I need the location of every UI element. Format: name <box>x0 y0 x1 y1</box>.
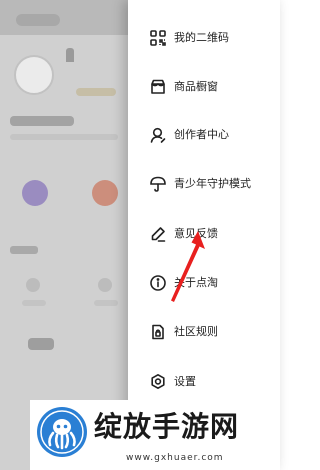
octopus-logo-icon <box>37 407 87 457</box>
background-dot <box>98 278 112 292</box>
background-dot <box>26 278 40 292</box>
menu-item-settings[interactable]: 设置 <box>128 364 280 400</box>
watermark-title: 绽放手游网 <box>94 410 240 443</box>
background-avatar <box>14 55 54 95</box>
shop-window-icon <box>149 78 167 96</box>
menu-item-label: 创作者中心 <box>174 128 229 141</box>
menu-item-label: 社区规则 <box>174 325 218 338</box>
menu-item-label: 青少年守护模式 <box>174 177 251 190</box>
menu-item-qrcode[interactable]: 我的二维码 <box>128 20 280 56</box>
menu-item-creator-center[interactable]: 创作者中心 <box>128 117 280 153</box>
watermark-banner: 绽放手游网 www.gxhuaer.com <box>30 400 280 470</box>
background-subtitle <box>10 246 38 254</box>
umbrella-icon <box>149 175 167 193</box>
menu-item-label: 设置 <box>174 375 196 388</box>
background-circle-icon <box>92 180 118 206</box>
background-circle-icon <box>22 180 48 206</box>
background-line <box>10 134 118 140</box>
background-small-icon <box>66 48 74 62</box>
gear-icon <box>149 373 167 391</box>
background-username <box>10 116 74 126</box>
watermark-url: www.gxhuaer.com <box>126 453 224 463</box>
background-bar <box>22 300 46 306</box>
menu-item-youth-mode[interactable]: 青少年守护模式 <box>128 166 280 202</box>
creator-icon <box>149 126 167 144</box>
background-tag <box>76 88 116 96</box>
background-header-pill <box>16 14 60 26</box>
rules-icon <box>149 323 167 341</box>
background-bar <box>94 300 118 306</box>
menu-item-community-rules[interactable]: 社区规则 <box>128 314 280 350</box>
red-arrow-icon <box>171 231 205 302</box>
menu-item-label: 我的二维码 <box>174 31 229 44</box>
background-block <box>28 338 54 350</box>
menu-item-label: 商品橱窗 <box>174 80 218 93</box>
qrcode-icon <box>149 29 167 47</box>
menu-item-shop-window[interactable]: 商品橱窗 <box>128 69 280 105</box>
